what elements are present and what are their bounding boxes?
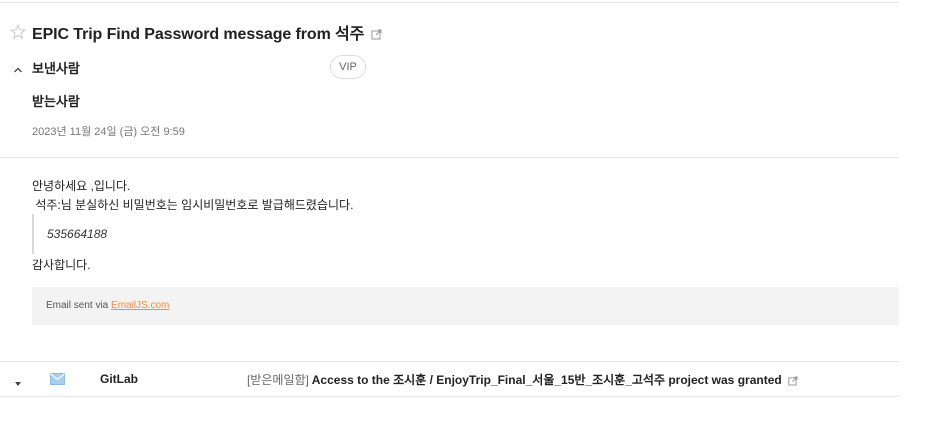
- mail-view: EPIC Trip Find Password message from 석주 …: [0, 0, 927, 444]
- external-link-icon[interactable]: [788, 375, 798, 385]
- subject-row: EPIC Trip Find Password message from 석주: [10, 20, 382, 44]
- caret-down-icon[interactable]: [14, 375, 22, 386]
- email-footer: Email sent via EmailJS.com: [32, 287, 899, 325]
- body-notice: 석주:님 분실하신 비밀번호는 임시비밀번호로 발급해드렸습니다.: [32, 198, 354, 212]
- sender-toggle[interactable]: 보낸사람: [13, 57, 80, 77]
- chevron-up-icon: [13, 62, 23, 73]
- divider: [0, 396, 899, 397]
- vip-button[interactable]: VIP: [330, 55, 366, 79]
- external-link-icon[interactable]: [371, 27, 382, 39]
- body-greeting: 안녕하세요 ,입니다.: [32, 179, 131, 193]
- row-folder: [받은메일함]: [247, 373, 309, 387]
- emailjs-link[interactable]: EmailJS.com: [111, 300, 169, 311]
- mail-subject: EPIC Trip Find Password message from 석주: [32, 26, 365, 43]
- divider: [0, 157, 899, 158]
- mail-icon[interactable]: [50, 372, 65, 385]
- footer-prefix: Email sent via: [46, 300, 112, 311]
- mail-date: 2023년 11월 24일 (금) 오전 9:59: [32, 126, 185, 138]
- star-icon[interactable]: [10, 23, 26, 40]
- temp-password: 535664188: [47, 227, 108, 241]
- footer-text: Email sent via EmailJS.com: [46, 300, 169, 311]
- sender-label: 보낸사람: [32, 60, 80, 76]
- divider: [0, 2, 899, 3]
- row-subject[interactable]: [받은메일함] Access to the 조시훈 / EnjoyTrip_Fi…: [247, 371, 798, 388]
- row-subject-text: Access to the 조시훈 / EnjoyTrip_Final_서울_1…: [308, 373, 782, 387]
- row-sender: GitLab: [100, 372, 138, 386]
- quote-bar: [32, 214, 34, 254]
- body-thanks: 감사합니다.: [32, 258, 91, 272]
- recipient-label: 받는사람: [32, 94, 80, 109]
- list-item[interactable]: GitLab [받은메일함] Access to the 조시훈 / Enjoy…: [0, 362, 899, 396]
